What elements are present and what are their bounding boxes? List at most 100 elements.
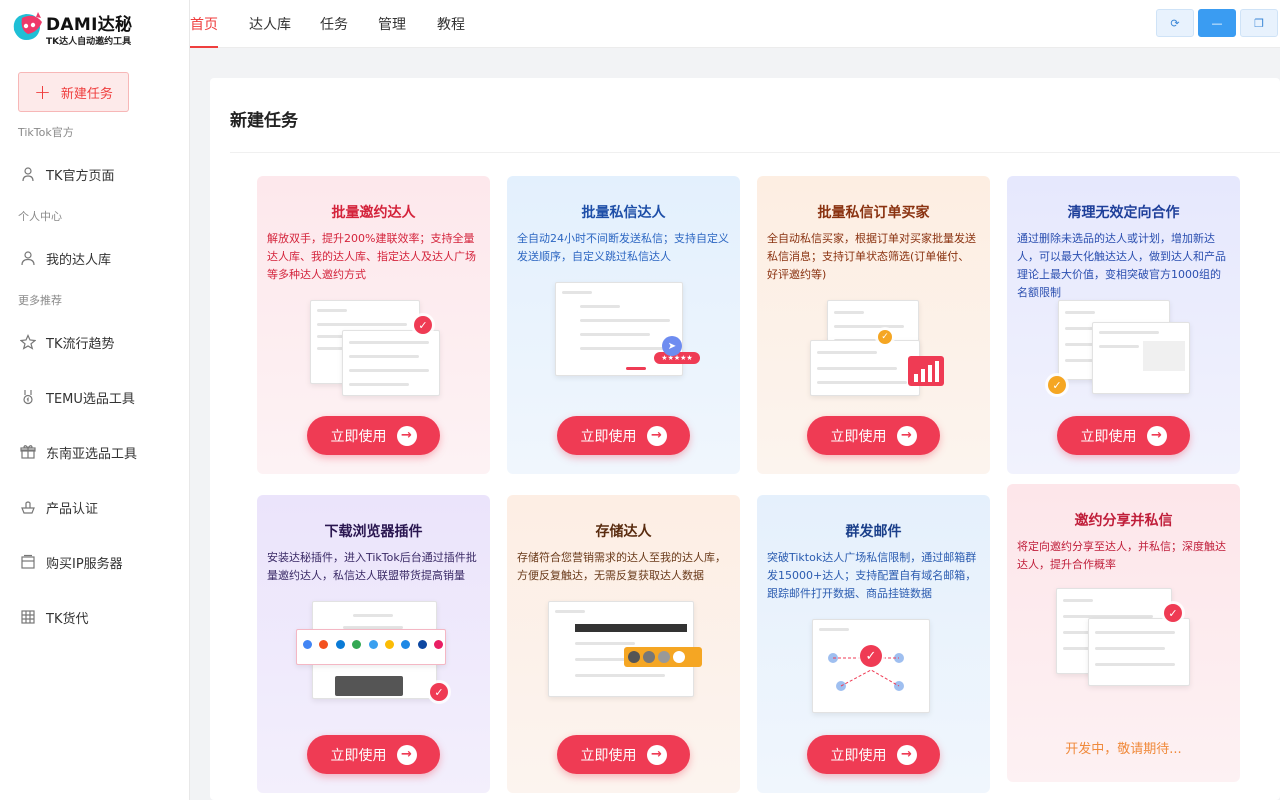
card-download-plugin: 下载浏览器插件 安装达秘插件，进入TikTok后台通过插件批量邀约达人，私信达人… — [257, 495, 490, 793]
card-batch-dm: 批量私信达人 全自动24小时不间断发送私信；支持自定义发送顺序，自定义跳过私信达… — [507, 176, 740, 474]
arrow-right-icon: → — [896, 425, 917, 446]
sidebar-item-label: TEMU选品工具 — [46, 391, 135, 407]
arrow-right-icon: → — [646, 744, 667, 765]
card-desc: 将定向邀约分享至达人，并私信；深度触达达人，提升合作概率 — [1017, 540, 1226, 571]
card-desc: 解放双手，提升200%建联效率；支持全量达人库、我的达人库、指定达人及达人广场等… — [267, 232, 476, 281]
card-desc: 全自动私信买家，根据订单对买家批量发送私信消息；支持订单状态筛选(订单催付、好评… — [767, 232, 976, 281]
minimize-icon: — — [1211, 16, 1223, 30]
card-batch-invite: 批量邀约达人 解放双手，提升200%建联效率；支持全量达人库、我的达人库、指定达… — [257, 176, 490, 474]
sidebar-item-product-cert[interactable]: 产品认证 — [20, 495, 180, 519]
plus-icon: + — [34, 80, 51, 104]
card-desc: 通过删除未选品的达人或计划，增加新达人，可以最大化触达达人，做到达人和产品理论上… — [1017, 232, 1226, 299]
card-desc: 突破Tiktok达人广场私信限制，通过邮箱群发15000+达人；支持配置自有域名… — [767, 551, 977, 600]
tab-creator-library[interactable]: 达人库 — [249, 0, 291, 48]
check-icon: ✓ — [414, 316, 432, 334]
cursor-icon: ➤ — [662, 336, 682, 356]
check-icon: ✓ — [430, 683, 448, 701]
user-icon — [20, 250, 36, 266]
card-title: 群发邮件 — [845, 524, 902, 540]
coming-soon-text: 开发中，敬请期待... — [1065, 742, 1182, 757]
top-nav: 首页 达人库 任务 管理 教程 ⟳ — ❐ — [190, 0, 1280, 48]
sidebar-item-sea-tools[interactable]: 东南亚选品工具 — [20, 440, 180, 464]
tab-tutorials[interactable]: 教程 — [437, 0, 465, 48]
network-diagram-icon — [828, 653, 904, 691]
page-title: 新建任务 — [230, 111, 298, 131]
new-task-button[interactable]: + 新建任务 — [18, 72, 129, 112]
sidebar-item-my-creators[interactable]: 我的达人库 — [20, 246, 180, 270]
sidebar-item-buy-ip[interactable]: 购买IP服务器 — [20, 550, 180, 574]
logo-title: DAMI达秘 — [46, 15, 133, 35]
sidebar-item-temu[interactable]: TEMU选品工具 — [20, 385, 180, 409]
restore-icon: ❐ — [1254, 16, 1264, 30]
new-task-label: 新建任务 — [60, 86, 113, 102]
medal-icon — [20, 389, 36, 405]
use-now-button[interactable]: 立即使用 → — [557, 735, 690, 774]
building-icon — [20, 609, 36, 625]
use-now-button[interactable]: 立即使用 → — [807, 735, 940, 774]
card-desc: 存储符合您营销需求的达人至我的达人库，方便反复触达，无需反复获取达人数据 — [517, 551, 726, 582]
check-icon: ✓ — [860, 645, 882, 667]
use-now-button[interactable]: 立即使用 → — [557, 416, 690, 455]
refresh-button[interactable]: ⟳ — [1156, 9, 1194, 37]
sidebar-item-label: TK官方页面 — [46, 168, 115, 184]
sidebar-item-label: 购买IP服务器 — [46, 556, 123, 572]
card-batch-dm-buyers: 批量私信订单买家 全自动私信买家，根据订单对买家批量发送私信消息；支持订单状态筛… — [757, 176, 990, 474]
use-now-button[interactable]: 立即使用 → — [307, 416, 440, 455]
card-title: 批量私信订单买家 — [817, 205, 930, 221]
divider — [230, 152, 1280, 153]
check-icon: ✓ — [1164, 604, 1182, 622]
card-illustration — [542, 601, 707, 711]
card-title: 清理无效定向合作 — [1067, 205, 1180, 221]
tab-home[interactable]: 首页 — [190, 0, 218, 48]
card-desc: 安装达秘插件，进入TikTok后台通过插件批量邀约达人，私信达人联盟带货提高销量 — [267, 551, 477, 582]
badge-icon — [20, 499, 36, 515]
card-illustration: ✓ — [292, 601, 457, 711]
card-illustration: ✓ — [792, 619, 957, 729]
arrow-right-icon: → — [646, 425, 667, 446]
use-now-label: 立即使用 — [830, 747, 887, 764]
card-store-creators: 存储达人 存储符合您营销需求的达人至我的达人库，方便反复触达，无需反复获取达人数… — [507, 495, 740, 793]
card-title: 邀约分享并私信 — [1074, 513, 1173, 529]
arrow-right-icon: → — [896, 744, 917, 765]
sidebar-item-label: 产品认证 — [46, 501, 99, 517]
use-now-label: 立即使用 — [580, 747, 637, 764]
sidebar-group-tiktok: TikTok官方 — [18, 126, 74, 139]
refresh-icon: ⟳ — [1170, 16, 1180, 30]
check-icon: ✓ — [1048, 376, 1066, 394]
avatar-strip-icon — [624, 647, 702, 667]
tab-tasks[interactable]: 任务 — [320, 0, 348, 48]
card-desc: 全自动24小时不间断发送私信；支持自定义发送顺序，自定义跳过私信达人 — [517, 232, 729, 263]
use-now-label: 立即使用 — [330, 747, 387, 764]
card-clean-invalid: 清理无效定向合作 通过删除未选品的达人或计划，增加新达人，可以最大化触达达人，做… — [1007, 176, 1240, 474]
minimize-button[interactable]: — — [1198, 9, 1236, 37]
sidebar-item-tk-forwarder[interactable]: TK货代 — [20, 605, 180, 629]
browser-icons — [303, 640, 443, 652]
sidebar-item-label: 东南亚选品工具 — [46, 446, 138, 462]
arrow-right-icon: → — [396, 744, 417, 765]
card-illustration: ✓ — [792, 300, 957, 410]
star-icon — [20, 334, 36, 350]
sidebar-item-label: TK货代 — [46, 611, 89, 627]
tab-manage[interactable]: 管理 — [378, 0, 406, 48]
server-icon — [20, 554, 36, 570]
sidebar-item-tk-trends[interactable]: TK流行趋势 — [20, 330, 180, 354]
sidebar-item-tk-official[interactable]: TK官方页面 — [20, 162, 180, 186]
card-illustration: ✓ — [292, 300, 457, 410]
use-now-label: 立即使用 — [1080, 428, 1137, 445]
card-mass-email: 群发邮件 突破Tiktok达人广场私信限制，通过邮箱群发15000+达人；支持配… — [757, 495, 990, 793]
use-now-label: 立即使用 — [330, 428, 387, 445]
use-now-button[interactable]: 立即使用 → — [807, 416, 940, 455]
sidebar: DAMI达秘 TK达人自动邀约工具 + 新建任务 TikTok官方 TK官方页面… — [0, 0, 190, 800]
app-logo[interactable]: DAMI达秘 TK达人自动邀约工具 — [8, 6, 178, 48]
card-illustration: ✓ — [1042, 300, 1207, 410]
sidebar-item-label: 我的达人库 — [46, 252, 112, 268]
arrow-right-icon: → — [396, 425, 417, 446]
use-now-button[interactable]: 立即使用 → — [307, 735, 440, 774]
main-area: 新建任务 批量邀约达人 解放双手，提升200%建联效率；支持全量达人库、我的达人… — [190, 48, 1280, 800]
use-now-button[interactable]: 立即使用 → — [1057, 416, 1190, 455]
card-invite-share-dm: 邀约分享并私信 将定向邀约分享至达人，并私信；深度触达达人，提升合作概率 ✓ 开… — [1007, 484, 1240, 782]
card-title: 存储达人 — [595, 524, 652, 540]
restore-button[interactable]: ❐ — [1240, 9, 1278, 37]
use-now-label: 立即使用 — [830, 428, 887, 445]
logo-subtitle: TK达人自动邀约工具 — [46, 37, 132, 47]
